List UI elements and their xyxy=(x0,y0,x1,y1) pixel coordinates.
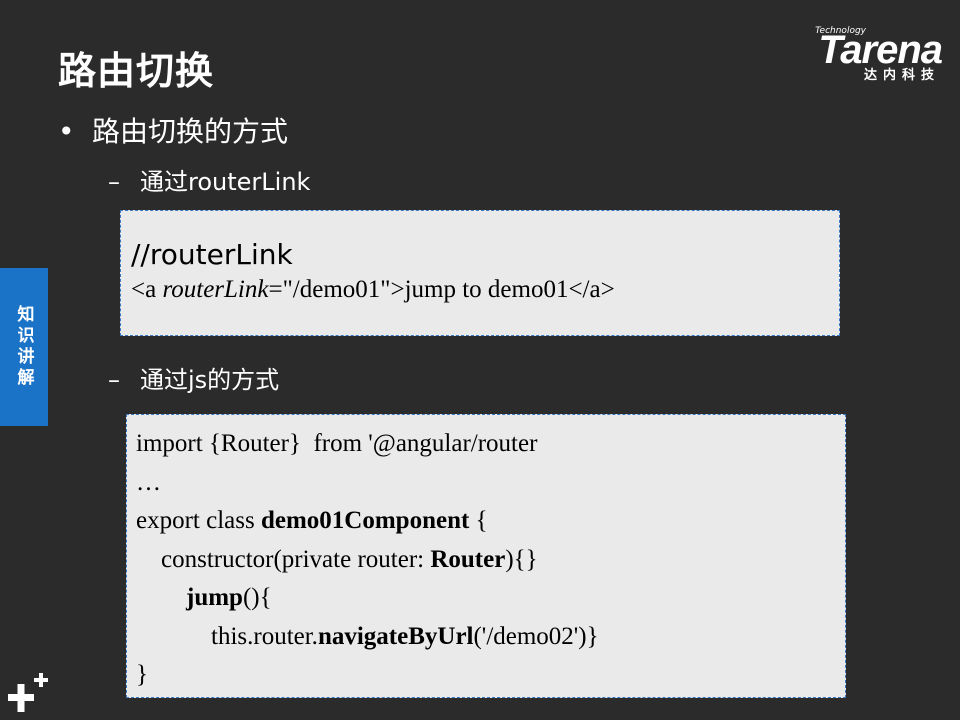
sub-bullet-marker: – xyxy=(108,366,120,394)
logo-chinese-text: 达内科技 xyxy=(863,68,940,83)
code-box-js: import {Router} from '@angular/router … … xyxy=(126,414,846,698)
code-line: } xyxy=(136,661,148,688)
sub-bullet-text: 通过js的方式 xyxy=(140,366,280,394)
page-title: 路由切换 xyxy=(58,49,215,93)
code-line: import {Router} from '@angular/router xyxy=(136,430,538,457)
code-line: … xyxy=(136,468,161,496)
bullet-text: 路由切换的方式 xyxy=(92,115,289,148)
bullet-item: • 路由切换的方式 xyxy=(58,110,288,150)
code-box-routerlink: //routerLink <a routerLink="/demo01">jum… xyxy=(120,210,840,336)
code-line: this.router.navigateByUrl('/demo02')} xyxy=(136,622,599,650)
tarena-logo: Technology Tarena 达内科技 xyxy=(772,22,943,83)
bullet-marker: • xyxy=(58,115,75,148)
sub-bullet-js: – 通过js的方式 xyxy=(108,360,279,395)
code-line: export class demo01Component { xyxy=(136,507,488,534)
sub-bullet-marker: – xyxy=(108,168,120,196)
code-comment: //routerLink xyxy=(131,238,293,271)
code-line: jump(){ xyxy=(186,584,272,611)
side-tab-knowledge: 知识讲解 xyxy=(0,268,48,426)
sub-bullet-routerlink: – 通过routerLink xyxy=(108,162,310,197)
plus-icon xyxy=(8,673,48,712)
code-line: constructor(private router: Router){} xyxy=(136,545,538,573)
code-line: <a routerLink="/demo01">jump to demo01</… xyxy=(131,276,615,303)
side-tab-label: 知识讲解 xyxy=(13,305,34,389)
sub-bullet-text: 通过routerLink xyxy=(140,168,311,196)
